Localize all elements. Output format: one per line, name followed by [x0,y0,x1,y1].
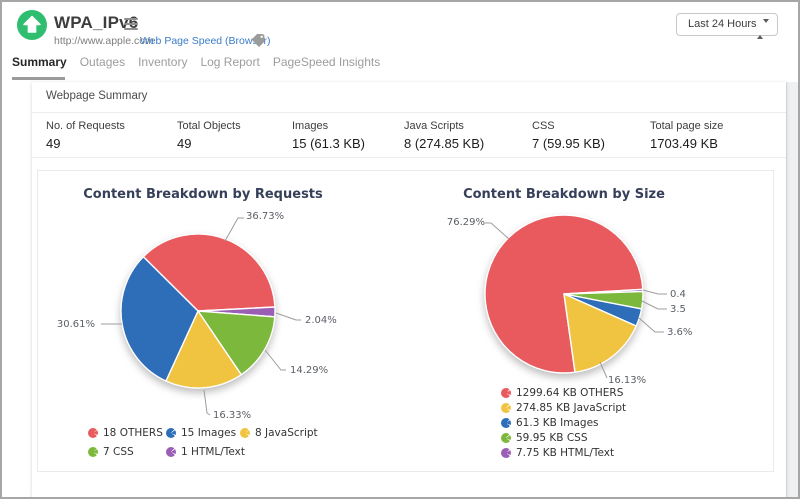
legend-item[interactable]: 1 HTML/Text [166,446,245,458]
legend-label: 59.95 KB CSS [516,432,588,444]
time-range-select[interactable]: Last 24 Hours [676,13,778,36]
stat-label: CSS [532,120,605,132]
legend-label: 8 JavaScript [255,427,318,439]
percent-callout: 2.04% [305,315,337,326]
pie-legend-icon [88,447,98,457]
pie-charts-svg [38,171,773,471]
tab-summary[interactable]: Summary [12,55,67,69]
stat-label: Total Objects [177,120,241,132]
legend-item[interactable]: 59.95 KB CSS [501,432,588,444]
select-arrows-icon [757,19,769,40]
callout-line [265,350,286,370]
stat-css: CSS 7 (59.95 KB) [532,120,605,151]
content-panel: Webpage Summary No. of Requests 49 Total… [32,82,786,499]
charts-box: Content Breakdown by Requests Content Br… [37,170,774,472]
divider [32,157,786,158]
stat-value: 1703.49 KB [650,136,723,151]
monitor-url: http://www.apple.com [54,35,154,47]
legend-label: 15 Images [181,427,236,439]
pie-legend-icon [240,428,250,438]
stat-value: 7 (59.95 KB) [532,136,605,151]
section-title: Webpage Summary [46,90,147,102]
percent-callout: 3.5 [670,304,686,315]
callout-line [642,301,667,309]
stat-label: No. of Requests [46,120,125,132]
legend-label: 7 CSS [103,446,134,458]
stat-label: Java Scripts [404,120,484,132]
legend-label: 18 OTHERS [103,427,163,439]
active-tab-underline [12,77,65,80]
legend-item[interactable]: 1299.64 KB OTHERS [501,387,623,399]
app-window: WPA_IPv6 http://www.apple.com Web Page S… [0,0,800,499]
callout-line [225,218,244,241]
requests-pie[interactable] [121,234,275,388]
stat-label: Images [292,120,365,132]
percent-callout: 16.33% [213,410,251,421]
tab-outages[interactable]: Outages [80,55,125,69]
tab-inventory[interactable]: Inventory [138,55,187,69]
callout-line [643,290,667,294]
stat-no-of-requests: No. of Requests 49 [46,120,125,151]
stat-total-objects: Total Objects 49 [177,120,241,151]
legend-label: 61.3 KB Images [516,417,599,429]
pie-legend-icon [166,447,176,457]
stat-total-page-size: Total page size 1703.49 KB [650,120,723,151]
time-range-value: Last 24 Hours [688,18,756,30]
percent-callout: 36.73% [246,211,284,222]
pie-legend-icon [166,428,176,438]
tag-icon[interactable] [250,33,266,53]
pie-legend-icon [501,388,511,398]
legend-item[interactable]: 61.3 KB Images [501,417,599,429]
stat-label: Total page size [650,120,723,132]
divider [32,112,786,113]
legend-label: 1 HTML/Text [181,446,245,458]
up-arrow-icon [17,10,47,40]
callout-line [485,223,509,239]
callout-line [204,390,210,415]
legend-item[interactable]: 18 OTHERS [88,427,163,439]
pie-legend-icon [88,428,98,438]
scrollbar-track[interactable] [786,82,799,499]
pie-legend-icon [501,448,511,458]
legend-label: 7.75 KB HTML/Text [516,447,614,459]
tab-pagespeed-insights[interactable]: PageSpeed Insights [273,55,380,69]
legend-item[interactable]: 7.75 KB HTML/Text [501,447,614,459]
pie-legend-icon [501,418,511,428]
percent-callout: 14.29% [290,365,328,376]
percent-callout: 0.4 [670,289,686,300]
legend-item[interactable]: 8 JavaScript [240,427,318,439]
hamburger-menu-icon[interactable] [124,18,138,33]
tab-log-report[interactable]: Log Report [200,55,259,69]
percent-callout: 3.6% [667,327,692,338]
stat-images: Images 15 (61.3 KB) [292,120,365,151]
pie-legend-icon [501,433,511,443]
legend-item[interactable]: 15 Images [166,427,236,439]
legend-item[interactable]: 274.85 KB JavaScript [501,402,626,414]
legend-label: 274.85 KB JavaScript [516,402,626,414]
legend-label: 1299.64 KB OTHERS [516,387,623,399]
monitor-status-icon [17,10,47,40]
stat-value: 49 [177,136,241,151]
callout-line [639,318,664,332]
callout-line [600,362,607,378]
stat-value: 15 (61.3 KB) [292,136,365,151]
tab-bar: Summary Outages Inventory Log Report Pag… [12,55,380,69]
pie-legend-icon [501,403,511,413]
percent-callout: 16.13% [608,375,646,386]
stat-javascripts: Java Scripts 8 (274.85 KB) [404,120,484,151]
legend-item[interactable]: 7 CSS [88,446,134,458]
stat-value: 8 (274.85 KB) [404,136,484,151]
callout-line [276,313,301,320]
percent-callout: 76.29% [428,217,485,228]
stat-value: 49 [46,136,125,151]
percent-callout: 30.61% [38,319,95,330]
